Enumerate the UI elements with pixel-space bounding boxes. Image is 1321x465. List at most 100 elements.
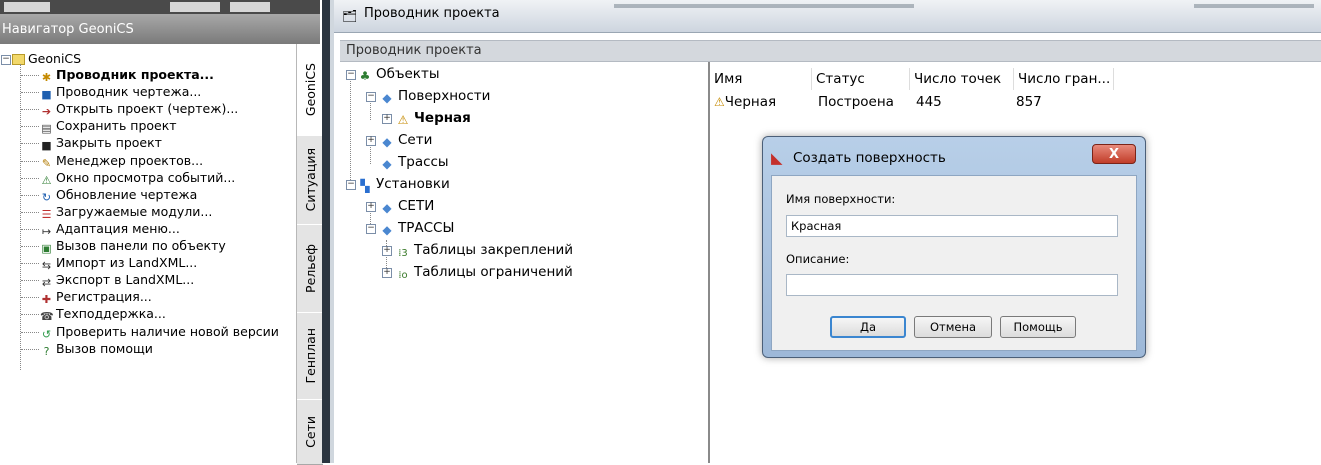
create-surface-dialog: ◣ Создать поверхность X Имя поверхности:… [762, 136, 1146, 358]
column-faces[interactable]: Число гран... [1014, 68, 1114, 90]
explorer-window-titlebar[interactable]: 🗂 Проводник проекта [334, 0, 1321, 33]
description-input[interactable] [786, 274, 1118, 296]
folder-icon [12, 54, 25, 65]
tree-root[interactable]: GeoniCS [12, 50, 81, 67]
expand-toggle[interactable]: + [382, 268, 392, 278]
navigator-item[interactable]: ▣ Вызов панели по объекту [40, 237, 225, 255]
navigator-item-label: Проводник чертежа... [56, 84, 202, 100]
toolbar-field[interactable] [4, 2, 50, 12]
settings-icon: ▚ [360, 179, 370, 193]
panel-splitter[interactable] [322, 0, 330, 463]
navigator-item[interactable]: ■ Закрыть проект [40, 134, 162, 152]
tab-relief[interactable]: Рельеф [297, 224, 323, 313]
navigator-item[interactable]: ⇆ Импорт из LandXML... [40, 254, 197, 272]
tree-guide [21, 263, 39, 265]
navigator-item[interactable]: ➔ Открыть проект (чертеж)... [40, 100, 238, 118]
tree-guide [21, 331, 39, 333]
column-points[interactable]: Число точек [910, 68, 1014, 90]
navigator-item[interactable]: ↺ Проверить наличие новой версии [40, 323, 279, 341]
network-icon: ◆ [382, 135, 392, 149]
surface-name-label: Имя поверхности: [786, 192, 896, 206]
tree-settings[interactable]: ▚ Установки [358, 174, 449, 194]
navigator-item-label: Вызов помощи [56, 340, 153, 356]
ok-button[interactable]: Да [830, 316, 906, 338]
tree-guide [21, 126, 39, 128]
collapse-toggle[interactable]: − [346, 70, 356, 80]
table-limits-icon: ⁞o [398, 270, 408, 281]
route-icon: ◆ [382, 157, 392, 171]
expand-toggle[interactable]: + [366, 136, 376, 146]
tree-guide [21, 92, 39, 94]
tree-anchors-table[interactable]: ⁞3 Таблицы закреплений [396, 240, 573, 260]
titlebar-stripe [1194, 4, 1314, 8]
tree-guide [370, 100, 371, 120]
navigator-title: Навигатор GeoniCS [0, 14, 320, 44]
tree-guide [21, 297, 39, 299]
navigator-item[interactable]: ✎ Менеджер проектов... [40, 152, 204, 170]
tab-geonics[interactable]: GeoniCS [297, 44, 323, 136]
row-name[interactable]: ⚠Черная [714, 92, 776, 112]
navigator-item-label: Окно просмотра событий... [56, 169, 236, 185]
surface-name-input[interactable] [786, 215, 1118, 237]
row-status: Построена [818, 94, 894, 110]
tab-genplan[interactable]: Генплан [297, 312, 323, 400]
objects-icon: ♣ [359, 69, 371, 83]
navigator-item[interactable]: ? Вызов помощи [40, 340, 153, 358]
tree-surface-black[interactable]: ⚠ Черная [396, 108, 471, 128]
tab-networks[interactable]: Сети [297, 399, 323, 465]
collapse-toggle[interactable]: − [366, 224, 376, 234]
tree-limits-table[interactable]: ⁞o Таблицы ограничений [396, 262, 573, 282]
tree-networks[interactable]: ◆ Сети [380, 130, 432, 150]
network-icon: ◆ [382, 201, 392, 215]
navigator-item[interactable]: ✚ Регистрация... [40, 288, 152, 306]
tree-set-networks[interactable]: ◆ СЕТИ [380, 196, 434, 216]
explorer-tree: − ♣ Объекты − ◆ Поверхности + ⚠ Черная + ◆ С… [340, 62, 710, 463]
expand-toggle[interactable]: + [366, 202, 376, 212]
collapse-toggle[interactable]: − [346, 180, 356, 190]
toolbar-field[interactable] [230, 2, 270, 12]
navigator-item-label: Адаптация меню... [56, 220, 180, 236]
warning-surface-icon: ⚠ [397, 113, 409, 127]
column-name[interactable]: Имя [710, 68, 812, 90]
toolbar-field[interactable] [170, 2, 220, 12]
navigator-item[interactable]: ↦ Адаптация меню... [40, 220, 180, 238]
dialog-title: Создать поверхность [793, 150, 946, 166]
collapse-toggle[interactable]: − [1, 55, 11, 65]
navigator-item[interactable]: ✱ Проводник проекта... [40, 66, 214, 84]
tree-guide [21, 194, 39, 196]
navigator-item[interactable]: ☰ Загружаемые модули... [40, 203, 213, 221]
expand-toggle[interactable]: + [382, 114, 392, 124]
tree-set-routes[interactable]: ◆ ТРАССЫ [380, 218, 454, 238]
tree-guide [350, 78, 351, 182]
close-button[interactable]: X [1092, 144, 1136, 164]
tree-guide [21, 228, 39, 230]
tree-routes[interactable]: ◆ Трассы [380, 152, 448, 172]
help-button[interactable]: Помощь [1000, 316, 1076, 338]
navigator-item-label: Закрыть проект [56, 135, 162, 151]
collapse-toggle[interactable]: − [366, 92, 376, 102]
navigator-item[interactable]: ↻ Обновление чертежа [40, 186, 198, 204]
tree-objects[interactable]: ♣ Объекты [358, 64, 440, 84]
tree-guide [21, 160, 39, 162]
navigator-item-label: Проверить наличие новой версии [56, 323, 279, 339]
cancel-button[interactable]: Отмена [914, 316, 992, 338]
navigator-item[interactable]: ⇄ Экспорт в LandXML... [40, 271, 194, 289]
row-points: 445 [916, 94, 942, 110]
project-explorer-icon: 🗂 [342, 9, 358, 23]
app-logo-icon: ◣ [771, 149, 783, 167]
navigator-item[interactable]: ☎ Техподдержка... [40, 305, 166, 323]
tree-surfaces[interactable]: ◆ Поверхности [380, 86, 490, 106]
navigator-item-label: Сохранить проект [56, 118, 177, 134]
navigator-item[interactable]: ■ Проводник чертежа... [40, 83, 202, 101]
tree-guide [21, 177, 39, 179]
warning-surface-icon: ⚠ [714, 95, 725, 109]
navigator-item-label: Менеджер проектов... [56, 152, 204, 168]
tab-situation[interactable]: Ситуация [297, 135, 323, 225]
navigator-side-tabs: GeoniCS Ситуация Рельеф Генплан Сети [296, 44, 323, 465]
expand-toggle[interactable]: + [382, 246, 392, 256]
navigator-item[interactable]: ▤ Сохранить проект [40, 117, 177, 135]
column-status[interactable]: Статус [812, 68, 910, 90]
navigator-top-toolbar [0, 0, 320, 14]
navigator-item-label: Обновление чертежа [56, 186, 198, 202]
navigator-item[interactable]: ⚠ Окно просмотра событий... [40, 169, 236, 187]
